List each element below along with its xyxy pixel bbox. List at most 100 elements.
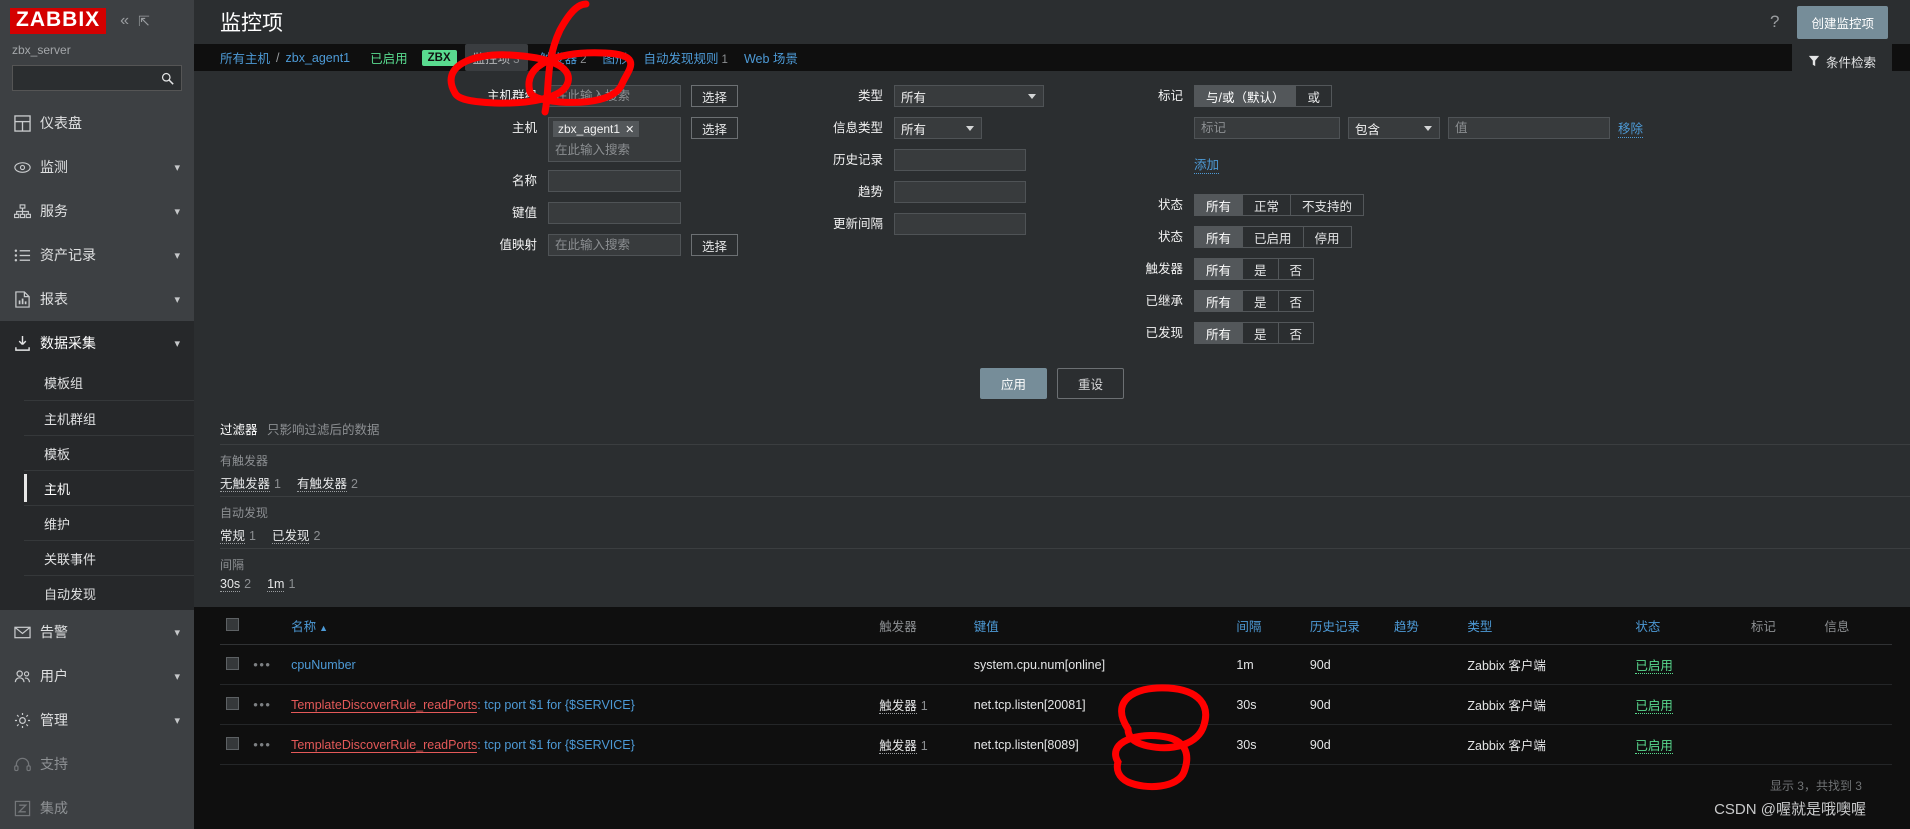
- subfilter-option-label[interactable]: 1m: [267, 577, 285, 593]
- status-option-enabled[interactable]: 已启用: [1243, 227, 1304, 248]
- header-history[interactable]: 历史记录: [1303, 607, 1388, 646]
- inherited-option-all[interactable]: 所有: [1195, 291, 1244, 312]
- trends-input[interactable]: [894, 181, 1026, 204]
- inherited-option-no[interactable]: 否: [1279, 291, 1314, 311]
- sidebar-item-data-collection[interactable]: 数据采集 ▾: [0, 321, 194, 365]
- create-item-button[interactable]: 创建监控项: [1797, 5, 1888, 39]
- sidebar-item-maintenance[interactable]: 维护: [24, 505, 194, 540]
- sidebar-item-users[interactable]: 用户 ▾: [0, 654, 194, 698]
- tag-name-input[interactable]: 标记: [1194, 117, 1340, 140]
- discovered-radio-group[interactable]: 所有 是 否: [1194, 322, 1315, 345]
- state-option-all[interactable]: 所有: [1195, 195, 1244, 216]
- tag-condition-select[interactable]: 包含: [1348, 117, 1440, 140]
- subfilter-option-label[interactable]: 无触发器: [220, 477, 271, 493]
- discovered-option-no[interactable]: 否: [1279, 323, 1314, 343]
- header-type[interactable]: 类型: [1461, 607, 1630, 646]
- inherited-radio-group[interactable]: 所有 是 否: [1194, 290, 1315, 313]
- sidebar-item-alerts[interactable]: 告警 ▾: [0, 610, 194, 654]
- sidebar-item-support[interactable]: 支持: [0, 742, 194, 786]
- row-context-menu-icon[interactable]: •••: [253, 657, 271, 672]
- breadcrumb-status-enabled[interactable]: 已启用: [370, 48, 408, 67]
- select-all-checkbox[interactable]: [226, 617, 239, 631]
- collapse-sidebar-icon[interactable]: «: [120, 12, 129, 30]
- sidebar-item-services[interactable]: 服务 ▾: [0, 189, 194, 233]
- status-radio-group[interactable]: 所有 已启用 停用: [1194, 226, 1352, 249]
- row-checkbox[interactable]: [226, 696, 239, 710]
- tab-web-scenarios[interactable]: Web 场景: [744, 48, 798, 67]
- value-mapping-select-button[interactable]: 选择: [691, 234, 739, 257]
- key-input[interactable]: [548, 202, 681, 225]
- sidebar-item-discovery[interactable]: 自动发现: [24, 575, 194, 610]
- tab-triggers[interactable]: 触发器 2: [540, 48, 587, 67]
- row-triggers-link[interactable]: 触发器: [879, 739, 917, 755]
- breadcrumb-host[interactable]: zbx_agent1: [286, 51, 351, 65]
- sidebar-item-integrations[interactable]: 集成: [0, 786, 194, 829]
- item-parent-link[interactable]: TemplateDiscoverRule_readPorts: [291, 737, 478, 753]
- subfilter-option-label[interactable]: 常规: [220, 529, 246, 545]
- sidebar-item-monitoring[interactable]: 监测 ▾: [0, 145, 194, 189]
- filter-tab-button[interactable]: 条件检索: [1791, 44, 1892, 79]
- host-groups-select-button[interactable]: 选择: [691, 85, 739, 108]
- subfilter-option-regular[interactable]: 常规 1: [220, 525, 256, 545]
- discovered-option-yes[interactable]: 是: [1243, 323, 1279, 344]
- row-context-menu-icon[interactable]: •••: [253, 697, 271, 712]
- subfilter-option-label[interactable]: 已发现: [271, 529, 310, 545]
- status-badge[interactable]: 已启用: [1635, 659, 1673, 675]
- tab-discovery-rules[interactable]: 自动发现规则 1: [644, 48, 728, 67]
- search-input[interactable]: [12, 65, 182, 91]
- header-trends[interactable]: 趋势: [1387, 607, 1462, 646]
- header-state[interactable]: 状态: [1629, 607, 1745, 646]
- help-icon[interactable]: ?: [1770, 12, 1779, 32]
- subfilter-option-without-triggers[interactable]: 无触发器 1: [220, 473, 281, 493]
- agent-availability-badge[interactable]: ZBX: [421, 49, 457, 66]
- item-name-link[interactable]: cpuNumber: [291, 658, 356, 672]
- hosts-multiselect[interactable]: zbx_agent1 ✕ 在此输入搜索: [548, 117, 681, 163]
- close-icon[interactable]: ✕: [625, 123, 634, 136]
- sidebar-item-templates[interactable]: 模板: [24, 435, 194, 470]
- state-option-notsupported[interactable]: 不支持的: [1291, 195, 1363, 215]
- update-interval-input[interactable]: [894, 213, 1026, 236]
- zabbix-logo[interactable]: ZABBIX: [10, 8, 107, 34]
- item-name-link[interactable]: : tcp port $1 for {$SERVICE}: [477, 738, 635, 752]
- tags-operator-andor[interactable]: 与/或（默认）: [1195, 86, 1297, 107]
- tags-operator-group[interactable]: 与/或（默认） 或: [1194, 85, 1332, 108]
- subfilter-option-with-triggers[interactable]: 有触发器 2: [296, 473, 358, 493]
- row-context-menu-icon[interactable]: •••: [253, 737, 271, 752]
- apply-button[interactable]: 应用: [979, 368, 1047, 400]
- sidebar-item-host-groups[interactable]: 主机群组: [24, 400, 194, 435]
- reset-button[interactable]: 重设: [1057, 368, 1125, 400]
- host-groups-input[interactable]: 在此输入搜索: [548, 85, 681, 108]
- sidebar-item-event-correlation[interactable]: 关联事件: [24, 540, 194, 575]
- state-radio-group[interactable]: 所有 正常 不支持的: [1194, 194, 1365, 217]
- subfilter-option-1m[interactable]: 1m 1: [267, 577, 295, 593]
- type-select[interactable]: 所有: [894, 85, 1044, 108]
- sidebar-item-inventory[interactable]: 资产记录 ▾: [0, 233, 194, 277]
- subfilter-option-30s[interactable]: 30s 2: [220, 577, 251, 593]
- tag-value-input[interactable]: 值: [1448, 117, 1610, 140]
- tab-items[interactable]: 监控项 3: [464, 44, 528, 72]
- state-option-normal[interactable]: 正常: [1243, 195, 1292, 216]
- pin-sidebar-icon[interactable]: ⇱: [138, 13, 150, 30]
- sidebar-item-administration[interactable]: 管理 ▾: [0, 698, 194, 742]
- triggers-radio-group[interactable]: 所有 是 否: [1194, 258, 1315, 281]
- tags-operator-or[interactable]: 或: [1296, 86, 1331, 106]
- status-option-all[interactable]: 所有: [1195, 227, 1244, 248]
- row-checkbox[interactable]: [226, 656, 239, 670]
- header-name[interactable]: 名称 ▲: [285, 607, 874, 646]
- status-badge[interactable]: 已启用: [1635, 739, 1673, 755]
- tag-remove-link[interactable]: 移除: [1618, 118, 1644, 139]
- row-checkbox[interactable]: [226, 736, 239, 750]
- header-interval[interactable]: 间隔: [1230, 607, 1304, 646]
- value-mapping-input[interactable]: 在此输入搜索: [548, 234, 681, 257]
- breadcrumb-all-hosts[interactable]: 所有主机: [220, 48, 270, 67]
- sidebar-item-reports[interactable]: 报表 ▾: [0, 277, 194, 321]
- item-parent-link[interactable]: TemplateDiscoverRule_readPorts: [291, 697, 478, 713]
- triggers-option-yes[interactable]: 是: [1243, 259, 1279, 280]
- host-chip[interactable]: zbx_agent1 ✕: [553, 121, 640, 138]
- tag-add-link[interactable]: 添加: [1194, 154, 1220, 175]
- triggers-option-no[interactable]: 否: [1279, 259, 1314, 279]
- triggers-option-all[interactable]: 所有: [1195, 259, 1244, 280]
- hosts-input-placeholder[interactable]: 在此输入搜索: [553, 139, 676, 158]
- header-key[interactable]: 键值: [967, 607, 1231, 646]
- tab-graphs[interactable]: 图形: [603, 48, 628, 67]
